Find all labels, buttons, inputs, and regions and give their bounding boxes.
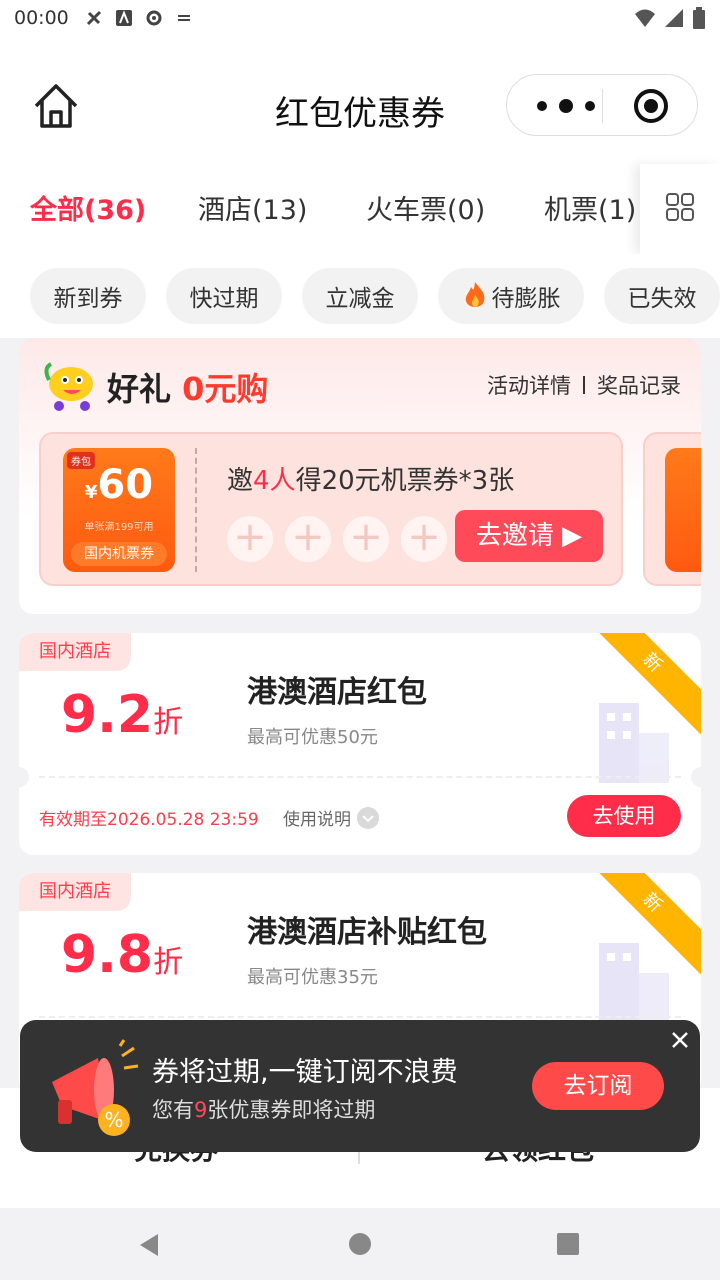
coupon-discount: 9.2折 [61, 685, 183, 745]
coupon-name: 港澳酒店红包 [247, 675, 427, 710]
coupon-name: 港澳酒店补贴红包 [247, 915, 487, 950]
discount-unit: 折 [153, 945, 184, 980]
invite-slot-4: + [401, 516, 447, 562]
tab-all[interactable]: 全部(36) [30, 188, 146, 227]
coupon-validity: 有效期至2026.05.28 23:59 [39, 810, 259, 830]
grid-icon [666, 193, 694, 221]
filter-chips: 新到券 快过期 立减金 待膨胀 已失效 [0, 254, 720, 338]
signal-icon [665, 9, 683, 27]
status-time: 00:00 [14, 7, 69, 29]
coupon-amount: ¥60 [63, 462, 175, 508]
card-dashed-divider [39, 1016, 681, 1018]
category-tabs: 全部(36) 酒店(13) 火车票(0) 机票(1) [0, 164, 720, 254]
tab-flight[interactable]: 机票(1) [544, 188, 636, 227]
battery-icon [693, 7, 705, 29]
coupon-desc: 最高可优惠50元 [247, 727, 378, 748]
building-icon [599, 703, 669, 783]
card-notch-left [19, 767, 29, 787]
coupon-category-tag: 国内酒店 [19, 633, 131, 671]
chip-expiring[interactable]: 快过期 [166, 268, 282, 324]
flight-coupon-image: 券包 ¥60 单张满199可用 国内机票券 [63, 448, 175, 572]
a-box-icon [115, 10, 132, 26]
chip-to-expand[interactable]: 待膨胀 [438, 268, 584, 324]
tab-train[interactable]: 火车票(0) [366, 188, 485, 227]
invite-slot-3: + [343, 516, 389, 562]
chevron-down-icon [357, 806, 379, 829]
invite-slot-1: + [227, 516, 273, 562]
all-categories-button[interactable] [640, 164, 720, 254]
coupon-kind: 国内机票券 [71, 542, 167, 566]
usage-instructions-label: 使用说明 [283, 810, 351, 830]
gear-icon [146, 10, 162, 26]
megaphone-icon: % [52, 1039, 139, 1136]
promo-title-b: 0元购 [182, 370, 269, 408]
invite-text-b: 得20元机票券*3张 [295, 466, 515, 496]
svg-text:%: % [104, 1108, 123, 1132]
tab-hotel[interactable]: 酒店(13) [198, 188, 307, 227]
invite-slot-2: + [285, 516, 331, 562]
building-icon [599, 943, 669, 1023]
next-coupon-image [665, 448, 701, 572]
fire-icon [465, 282, 484, 307]
activity-details-link[interactable]: 活动详情 [487, 370, 571, 400]
use-coupon-button[interactable]: 去使用 [567, 795, 681, 837]
chip-instant-discount[interactable]: 立减金 [302, 268, 418, 324]
discount-value: 9.8 [61, 925, 154, 985]
next-invite-card-peek[interactable] [643, 432, 701, 586]
nav-header: 红包优惠券 [0, 36, 720, 164]
status-bar: 00:00 [0, 0, 720, 36]
tool-icon [86, 10, 101, 26]
gift-cart-mascot-icon [44, 362, 93, 411]
home-nav-icon[interactable] [348, 1232, 372, 1256]
card-dashed-divider [39, 776, 681, 778]
coupon-condition: 单张满199可用 [84, 522, 154, 533]
promo-links: 活动详情 奖品记录 [487, 370, 681, 400]
discount-unit: 折 [153, 705, 184, 740]
chip-new[interactable]: 新到券 [30, 268, 146, 324]
chip-expired[interactable]: 已失效 [604, 268, 720, 324]
discount-value: 9.2 [61, 685, 154, 745]
free-gift-promo-card: 好礼 0元购 活动详情 奖品记录 券包 ¥60 单张满199可用 国内机票券 邀… [19, 338, 701, 614]
coupon-amount-value: 60 [97, 462, 154, 508]
links-divider [583, 376, 585, 394]
invite-count: 4人 [253, 466, 296, 496]
subscribe-button[interactable]: 去订阅 [532, 1062, 664, 1110]
promo-title-a: 好礼 [107, 370, 172, 408]
close-icon[interactable] [668, 1028, 692, 1052]
chip-to-expand-label: 待膨胀 [491, 286, 561, 312]
card-notch-right [691, 767, 701, 787]
capsule-divider [602, 89, 603, 123]
toast-subtitle: 您有9张优惠券即将过期 [152, 1094, 375, 1124]
coupon-desc: 最高可优惠35元 [247, 967, 378, 988]
promo-title: 好礼 0元购 [107, 364, 268, 410]
toast-subtitle-a: 您有 [152, 1098, 194, 1122]
toast-title: 券将过期,一键订阅不浪费 [152, 1057, 458, 1088]
more-icon[interactable] [531, 75, 601, 137]
expiring-count: 9 [194, 1098, 208, 1122]
system-nav-bar [0, 1208, 720, 1280]
subscribe-toast: % 券将过期,一键订阅不浪费 您有9张优惠券即将过期 去订阅 [20, 1020, 700, 1152]
toast-subtitle-b: 张优惠券即将过期 [207, 1098, 376, 1122]
usage-instructions[interactable]: 使用说明 [283, 805, 379, 830]
prize-records-link[interactable]: 奖品记录 [597, 370, 681, 400]
coupon-category-tag: 国内酒店 [19, 873, 131, 911]
invite-text: 邀4人得20元机票券*3张 [227, 460, 514, 497]
close-miniprogram-icon[interactable] [633, 88, 669, 124]
invite-button[interactable]: 去邀请 ▶ [455, 510, 603, 562]
sync-icon [177, 15, 190, 21]
invite-reward-card: 券包 ¥60 单张满199可用 国内机票券 邀4人得20元机票券*3张 + + … [39, 432, 623, 586]
wifi-icon [635, 9, 655, 27]
invite-text-a: 邀 [227, 466, 254, 496]
back-icon[interactable] [136, 1232, 162, 1258]
recents-icon[interactable] [556, 1232, 580, 1256]
coupon-card: 国内酒店 9.2折 港澳酒店红包 最高可优惠50元 新 有效期至2026.05.… [19, 633, 701, 855]
coupon-discount: 9.8折 [61, 925, 183, 985]
invite-dashed-divider [195, 448, 197, 572]
mini-program-capsule [506, 74, 698, 136]
coupon-currency: ¥ [84, 482, 98, 503]
